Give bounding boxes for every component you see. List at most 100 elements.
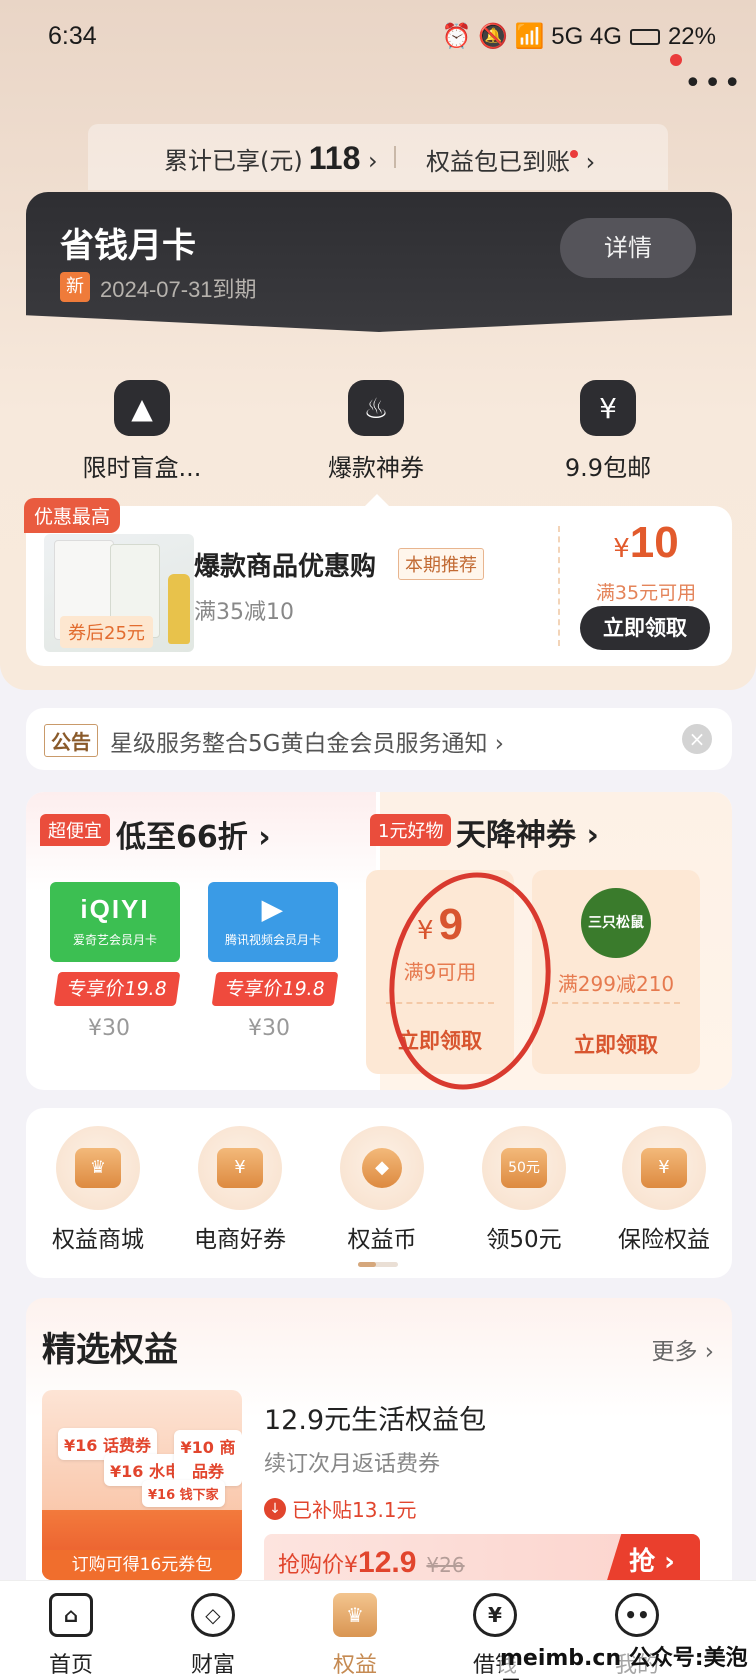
currency-symbol: ¥ bbox=[344, 1553, 359, 1578]
benefit-arrived-link[interactable]: 权益包已到账 › bbox=[426, 142, 595, 177]
announcement-tag: 公告 bbox=[44, 724, 98, 757]
announcement-bar[interactable]: 公告 星级服务整合5G黄白金会员服务通知 › × bbox=[26, 708, 732, 770]
scroll-indicator bbox=[358, 1262, 398, 1267]
accumulated-savings-link[interactable]: 累计已享(元) 118 › bbox=[164, 140, 378, 177]
coupon-drop-title[interactable]: 天降神券 › bbox=[456, 810, 599, 854]
card-title: 省钱月卡 bbox=[60, 226, 196, 266]
watermark: meimb.cn 公众号:美泡君 bbox=[500, 1640, 756, 1680]
product-name[interactable]: 12.9元生活权益包 bbox=[264, 1398, 486, 1437]
exclusive-price-tag: 专享价19.8 bbox=[53, 972, 181, 1006]
tab-benefits[interactable]: ♛ 权益 bbox=[300, 1593, 410, 1679]
oil-bottle-image bbox=[168, 574, 190, 644]
insurance-icon: ¥ bbox=[622, 1126, 706, 1210]
home-icon: ⌂ bbox=[49, 1593, 93, 1637]
best-deal-tag: 优惠最高 bbox=[24, 498, 121, 533]
promo-subtitle: 满35减10 bbox=[194, 600, 294, 625]
coupon-value: ¥ 9 bbox=[366, 900, 514, 950]
divider bbox=[558, 526, 560, 646]
deals-section: 超便宜 低至66折 › 1元好物 天降神券 › iQIYI 爱奇艺会员月卡 专享… bbox=[26, 792, 732, 1090]
promo-title: 爆款商品优惠购 bbox=[194, 552, 377, 582]
expire-date: 2024-07-31到期 bbox=[100, 277, 257, 302]
exclusive-price-tag: 专享价19.8 bbox=[211, 972, 339, 1006]
coupon-glyph: ¥ bbox=[217, 1148, 263, 1188]
tab-wealth[interactable]: ◇ 财富 bbox=[158, 1593, 268, 1679]
coupon-9[interactable]: ¥ 9 满9可用 立即领取 bbox=[366, 870, 514, 1074]
grid-item-ecommerce-coupon[interactable]: ¥ 电商好券 bbox=[170, 1126, 310, 1254]
coupon-amount: 9 bbox=[438, 900, 464, 949]
money-bag-icon: ¥ bbox=[580, 380, 636, 436]
tab-home[interactable]: ⌂ 首页 bbox=[16, 1593, 126, 1679]
coin-icon: ◆ bbox=[340, 1126, 424, 1210]
claim-button[interactable]: 立即领取 bbox=[366, 1025, 514, 1055]
quick-item-hot-coupon[interactable]: ♨ 爆款神券 bbox=[286, 380, 466, 483]
discount-title[interactable]: 低至66折 › bbox=[116, 812, 271, 856]
quick-item-blind-box[interactable]: ▲ 限时盲盒... bbox=[52, 380, 232, 483]
grid-item-label: 权益币 bbox=[347, 1227, 417, 1253]
more-link[interactable]: 更多 › bbox=[651, 1332, 714, 1366]
original-price: ¥26 bbox=[426, 1553, 465, 1577]
close-icon[interactable]: × bbox=[682, 724, 712, 754]
fire-icon: ♨ bbox=[348, 380, 404, 436]
coupon-chip: ¥10 商品券 bbox=[174, 1430, 242, 1486]
product-subtitle: 续订次月返话费券 bbox=[264, 1452, 441, 1477]
coupon-condition: 满299减210 bbox=[557, 972, 675, 996]
coupon-condition: 满9可用 bbox=[403, 960, 477, 984]
more-options-button[interactable]: ••• bbox=[684, 66, 743, 101]
coupon-amount: 10 bbox=[629, 518, 679, 567]
tab-label: 首页 bbox=[48, 1653, 93, 1678]
coupon-icon: ¥ bbox=[198, 1126, 282, 1210]
featured-section: 精选权益 更多 › ¥16 话费券 ¥16 水电煤 ¥10 商品券 ¥16 钱下… bbox=[26, 1298, 732, 1598]
crown-icon: ♛ bbox=[333, 1593, 377, 1637]
benefit-grid: ♛ 权益商城 ¥ 电商好券 ◆ 权益币 50元 领50元 ¥ 保险权益 bbox=[26, 1108, 732, 1278]
grid-item-benefit-coin[interactable]: ◆ 权益币 bbox=[312, 1126, 452, 1254]
chevron-right-icon: › bbox=[368, 147, 378, 175]
grid-item-insurance[interactable]: ¥ 保险权益 bbox=[594, 1126, 734, 1254]
battery-level: 22% bbox=[667, 22, 716, 50]
divider bbox=[394, 146, 396, 168]
quick-item-label: 9.9包邮 bbox=[564, 454, 652, 482]
quick-item-label: 爆款神券 bbox=[328, 454, 424, 482]
diamond-icon: ◇ bbox=[191, 1593, 235, 1637]
notification-dot bbox=[670, 54, 682, 66]
quick-item-free-shipping[interactable]: ¥ 9.9包邮 bbox=[518, 380, 698, 483]
grid-item-get-50[interactable]: 50元 领50元 bbox=[454, 1126, 594, 1254]
benefit-arrived-label: 权益包已到账 bbox=[426, 148, 570, 176]
more-icon: ••• bbox=[684, 66, 744, 101]
dashed-divider bbox=[386, 1002, 494, 1004]
coupon-value: ¥10 bbox=[586, 518, 706, 568]
iqiyi-card[interactable]: iQIYI 爱奇艺会员月卡 bbox=[50, 882, 180, 962]
one-yuan-pill: 1元好物 bbox=[370, 814, 452, 846]
buy-price-line: 抢购价¥12.9 ¥26 bbox=[278, 1546, 465, 1580]
claim-button[interactable]: 立即领取 bbox=[532, 1029, 700, 1059]
status-icons: ⏰ 🔕 📶 5G 4G bbox=[441, 23, 622, 50]
coupon-squirrel[interactable]: 三只松鼠 满299减210 立即领取 bbox=[532, 870, 700, 1074]
selection-pointer bbox=[365, 494, 389, 506]
crown-glyph: ♛ bbox=[75, 1148, 121, 1188]
announcement-text[interactable]: 星级服务整合5G黄白金会员服务通知 › bbox=[110, 724, 504, 758]
currency-symbol: ¥ bbox=[613, 534, 630, 564]
down-arrow-icon: ↓ bbox=[264, 1497, 286, 1520]
dashed-divider bbox=[552, 1002, 680, 1004]
detail-button[interactable]: 详情 bbox=[560, 218, 696, 278]
insurance-glyph: ¥ bbox=[641, 1148, 687, 1188]
stats-bar: 累计已享(元) 118 › 权益包已到账 › bbox=[88, 124, 668, 190]
quick-entry-row: ▲ 限时盲盒... ♨ 爆款神券 ¥ 9.9包邮 bbox=[0, 380, 756, 490]
grid-item-label: 保险权益 bbox=[618, 1227, 710, 1253]
after-coupon-price: 券后25元 bbox=[60, 616, 153, 648]
grid-item-benefit-mall[interactable]: ♛ 权益商城 bbox=[28, 1126, 168, 1254]
three-squirrels-logo: 三只松鼠 bbox=[581, 888, 651, 958]
claim-button[interactable]: 立即领取 bbox=[580, 606, 710, 650]
original-price: ¥30 bbox=[88, 1016, 130, 1041]
iqiyi-logo: iQIYI bbox=[80, 894, 150, 924]
promo-card[interactable]: 优惠最高 券后25元 爆款商品优惠购 本期推荐 满35减10 ¥10 满35元可… bbox=[24, 498, 732, 666]
image-icon: ▲ bbox=[114, 380, 170, 436]
yuan-icon: ¥ bbox=[473, 1593, 517, 1637]
chevron-right-icon: › bbox=[585, 148, 596, 176]
gift-glyph: 50元 bbox=[501, 1148, 547, 1188]
currency-symbol: ¥ bbox=[416, 916, 434, 946]
coupon-condition: 满35元可用 bbox=[595, 582, 697, 604]
original-price: ¥30 bbox=[248, 1016, 290, 1041]
tencent-video-card[interactable]: ▶ 腾讯视频会员月卡 bbox=[208, 882, 338, 962]
savings-value: 118 bbox=[308, 140, 361, 176]
benefit-pack-image[interactable]: ¥16 话费券 ¥16 水电煤 ¥10 商品券 ¥16 钱下家 订购可得16元券… bbox=[42, 1390, 242, 1580]
